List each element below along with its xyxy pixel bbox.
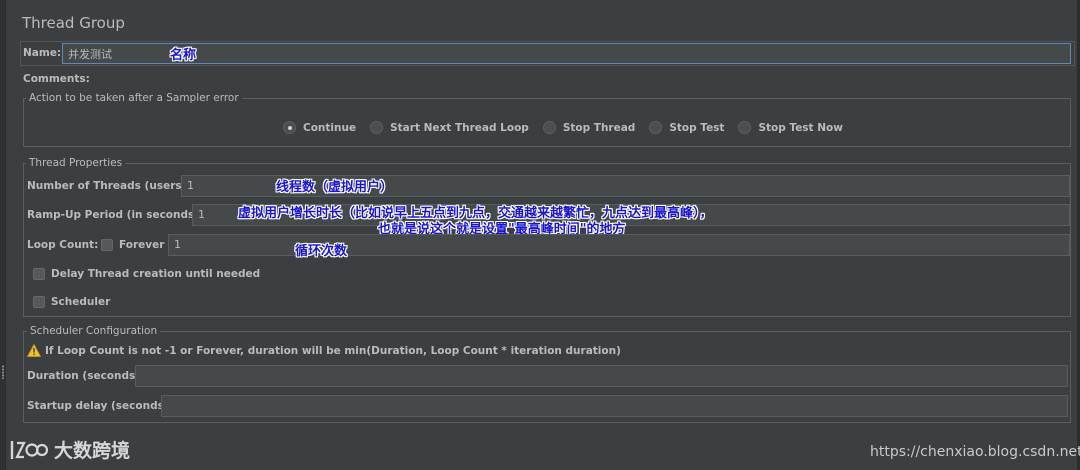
name-label: Name: [23,47,62,59]
scheduler-checkbox[interactable] [33,296,45,308]
forever-label: Forever [119,239,165,251]
threads-label: Number of Threads (users): [27,180,191,192]
startup-delay-label: Startup delay (seconds) [27,400,169,412]
drag-grip-icon[interactable] [1,365,5,379]
watermark-brand: 大数跨境 [8,436,130,463]
forever-checkbox[interactable] [101,239,113,251]
radio-label: Stop Test [669,121,725,134]
left-split-handle[interactable] [0,0,6,470]
radio-unselected-icon[interactable] [542,121,556,134]
panel-title: Thread Group [22,14,125,32]
brand-name: 大数跨境 [54,440,131,462]
radio-label: Continue [303,121,357,134]
scheduler-warning: If Loop Count is not -1 or Forever, dura… [45,345,621,357]
radio-label: Stop Test Now [758,121,843,134]
duration-label: Duration (seconds) [27,370,141,382]
sampler-error-options: Continue Start Next Thread Loop Stop Thr… [283,121,857,134]
startup-delay-input[interactable] [161,395,1068,417]
radio-unselected-icon[interactable] [649,121,663,134]
thread-properties-legend: Thread Properties [26,157,126,169]
scheduler-config-legend: Scheduler Configuration [27,325,161,337]
radio-stop-thread[interactable]: Stop Thread [542,121,636,134]
radio-unselected-icon[interactable] [370,121,384,134]
radio-unselected-icon[interactable] [738,121,752,134]
delay-thread-checkbox[interactable] [33,268,45,280]
radio-label: Start Next Thread Loop [390,121,529,134]
delay-thread-label: Delay Thread creation until needed [51,268,261,280]
brand-logo-icon [10,440,48,459]
loop-count-label: Loop Count: [27,239,99,251]
annotation-name: 名称 [170,48,197,63]
radio-label: Stop Thread [562,121,636,134]
watermark-url: https://chenxiao.blog.csdn.net [870,444,1080,460]
rampup-label: Ramp-Up Period (in seconds): [27,209,204,221]
annotation-loop: 循环次数 [295,244,348,259]
annotation-threads: 线程数（虚拟用户） [276,180,394,195]
warning-icon [27,344,41,357]
radio-stop-test[interactable]: Stop Test [649,121,724,134]
duration-input[interactable] [135,365,1068,387]
name-input[interactable] [62,43,1071,64]
radio-continue[interactable]: Continue [283,121,356,134]
radio-selected-icon[interactable] [283,121,296,134]
comments-label: Comments: [23,73,90,85]
radio-stop-test-now[interactable]: Stop Test Now [738,121,843,134]
radio-start-next-thread-loop[interactable]: Start Next Thread Loop [370,121,529,134]
scheduler-label: Scheduler [51,296,111,308]
sampler-error-legend: Action to be taken after a Sampler error [26,92,242,104]
